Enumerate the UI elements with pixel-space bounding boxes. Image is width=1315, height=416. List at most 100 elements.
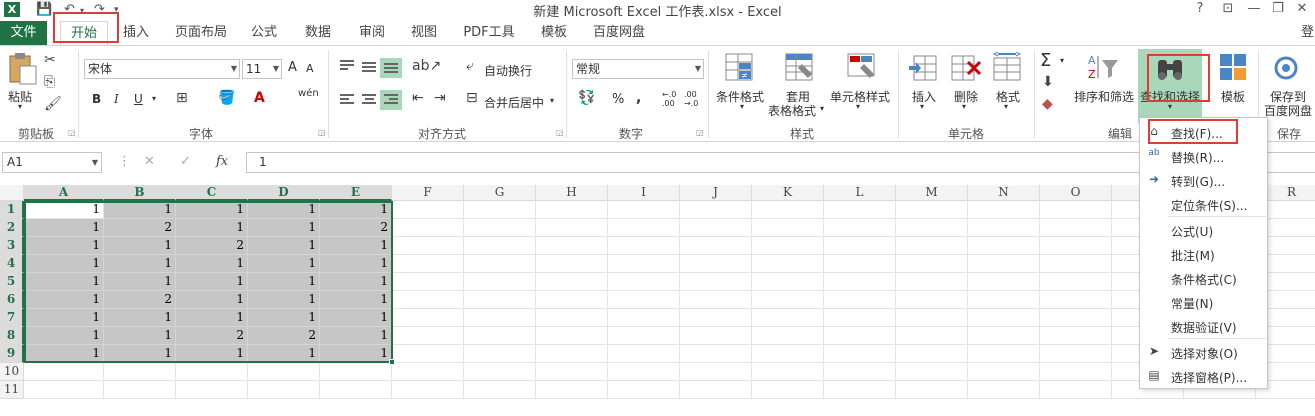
cell[interactable] — [968, 255, 1040, 273]
bold-button[interactable]: B — [92, 92, 101, 106]
fill-icon[interactable]: ⬇ — [1042, 74, 1054, 90]
cell[interactable] — [752, 255, 824, 273]
cell[interactable] — [680, 273, 752, 291]
cell[interactable] — [752, 381, 824, 399]
increase-decimal-button[interactable]: ←.0 .00 — [662, 90, 680, 108]
cell[interactable]: 1 — [104, 309, 176, 327]
cell[interactable] — [1040, 291, 1112, 309]
cell[interactable] — [320, 381, 392, 399]
cell[interactable] — [1040, 255, 1112, 273]
cell[interactable] — [824, 309, 896, 327]
cell[interactable]: 1 — [104, 237, 176, 255]
cell[interactable]: 2 — [176, 327, 248, 345]
find-select-dropdown-icon[interactable]: ▾ — [1168, 102, 1172, 111]
cell[interactable] — [680, 255, 752, 273]
cell[interactable] — [608, 381, 680, 399]
align-right-button[interactable] — [380, 90, 402, 110]
cell[interactable]: 1 — [320, 255, 392, 273]
align-top-icon[interactable] — [340, 60, 354, 72]
format-table-label-2[interactable]: 表格格式 — [768, 102, 816, 119]
cell[interactable]: 1 — [24, 201, 104, 219]
cell[interactable] — [680, 363, 752, 381]
row-header[interactable]: 5 — [0, 273, 24, 291]
cell[interactable] — [896, 273, 968, 291]
cell[interactable]: 1 — [248, 273, 320, 291]
column-header[interactable]: K — [752, 185, 824, 201]
cell[interactable] — [1040, 219, 1112, 237]
clear-icon[interactable]: ◆ — [1042, 96, 1053, 112]
cell[interactable] — [608, 363, 680, 381]
cell[interactable] — [248, 381, 320, 399]
column-header[interactable]: F — [392, 185, 464, 201]
column-header[interactable]: I — [608, 185, 680, 201]
italic-button[interactable]: I — [114, 92, 119, 106]
cell[interactable]: 2 — [176, 237, 248, 255]
increase-indent-icon[interactable]: ⇥ — [434, 90, 446, 106]
cell[interactable]: 1 — [176, 201, 248, 219]
cut-icon[interactable]: ✂ — [44, 52, 56, 68]
cell[interactable] — [968, 381, 1040, 399]
row-header[interactable]: 3 — [0, 237, 24, 255]
restore-button[interactable]: ❐ — [1268, 1, 1288, 16]
tab-file[interactable]: 文件 — [0, 21, 47, 45]
tab-page-layout[interactable]: 页面布局 — [170, 21, 232, 45]
underline-button[interactable]: U — [134, 92, 143, 106]
column-header[interactable]: H — [536, 185, 608, 201]
cell[interactable]: 1 — [24, 345, 104, 363]
cell[interactable]: 1 — [320, 309, 392, 327]
minimize-button[interactable]: — — [1244, 1, 1264, 16]
autosum-icon[interactable]: Σ — [1040, 50, 1051, 71]
cell[interactable]: 1 — [176, 273, 248, 291]
cell[interactable] — [1040, 363, 1112, 381]
merge-center-button[interactable]: 合并后居中 — [484, 94, 544, 111]
cell[interactable] — [464, 381, 536, 399]
cell[interactable] — [680, 381, 752, 399]
merge-icon[interactable]: ⊟ — [466, 90, 478, 106]
column-header[interactable]: C — [176, 185, 248, 201]
menu-item[interactable]: ab 替换(R)... — [1140, 144, 1267, 168]
fill-handle[interactable] — [389, 359, 395, 365]
cell[interactable] — [464, 291, 536, 309]
cell[interactable] — [464, 201, 536, 219]
name-box[interactable]: A1 ▼ — [2, 152, 102, 173]
menu-item[interactable]: 公式(U) — [1140, 218, 1267, 242]
cell[interactable]: 1 — [104, 255, 176, 273]
cell[interactable] — [824, 201, 896, 219]
cell[interactable] — [392, 309, 464, 327]
cell[interactable]: 1 — [248, 255, 320, 273]
template-icon[interactable] — [1218, 52, 1250, 82]
cell[interactable] — [824, 363, 896, 381]
cell[interactable] — [752, 363, 824, 381]
cell[interactable] — [824, 237, 896, 255]
font-size-select[interactable]: 11 ▼ — [242, 59, 282, 79]
cell[interactable]: 1 — [24, 327, 104, 345]
cell[interactable] — [536, 327, 608, 345]
menu-item[interactable]: ➜ 转到(G)... — [1140, 168, 1267, 192]
cell[interactable] — [896, 255, 968, 273]
row-header[interactable]: 6 — [0, 291, 24, 309]
shrink-font-button[interactable]: A — [306, 62, 314, 75]
copy-icon[interactable]: ⎘ — [44, 74, 55, 90]
cell[interactable]: 1 — [176, 309, 248, 327]
cell[interactable] — [968, 345, 1040, 363]
tab-data[interactable]: 数据 — [298, 21, 338, 45]
cell[interactable]: 1 — [320, 345, 392, 363]
menu-item[interactable]: ▤ 选择窗格(P)... — [1140, 364, 1267, 388]
insert-dropdown-icon[interactable]: ▾ — [920, 102, 924, 111]
cell[interactable] — [680, 309, 752, 327]
menu-item[interactable]: 条件格式(C) — [1140, 266, 1267, 290]
cell[interactable] — [392, 273, 464, 291]
cell[interactable] — [968, 327, 1040, 345]
cell[interactable]: 1 — [248, 237, 320, 255]
cell[interactable]: 1 — [320, 327, 392, 345]
cell-styles-dropdown-icon[interactable]: ▾ — [856, 102, 860, 111]
cell[interactable]: 1 — [24, 309, 104, 327]
cell[interactable] — [320, 363, 392, 381]
cell[interactable] — [392, 327, 464, 345]
cell[interactable]: 1 — [104, 201, 176, 219]
cell[interactable] — [896, 327, 968, 345]
cell[interactable] — [536, 345, 608, 363]
cell[interactable] — [536, 273, 608, 291]
format-painter-icon[interactable]: 🖌 — [44, 96, 62, 112]
cell[interactable]: 1 — [176, 345, 248, 363]
